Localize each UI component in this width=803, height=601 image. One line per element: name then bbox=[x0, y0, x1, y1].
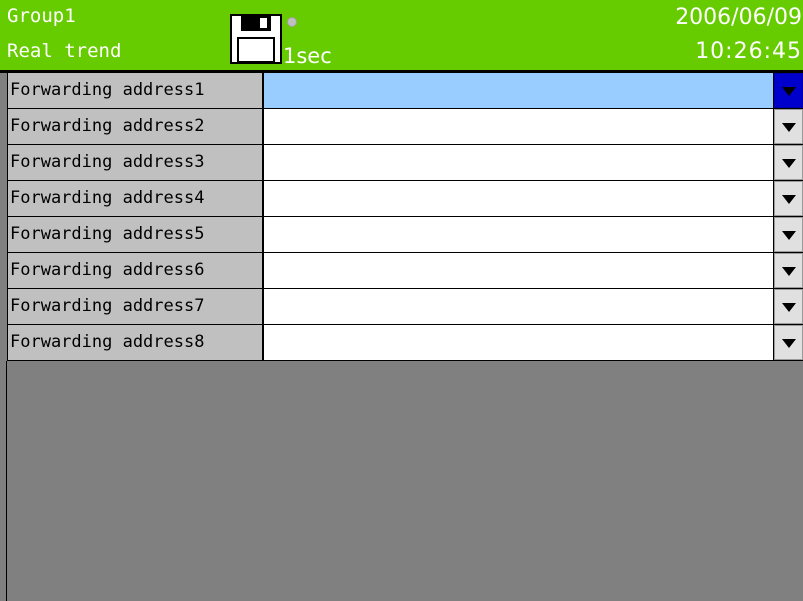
forwarding-address-row: Forwarding address2 bbox=[7, 109, 803, 145]
sampling-interval: 1sec bbox=[283, 44, 332, 68]
forwarding-address-label: Forwarding address4 bbox=[7, 181, 262, 216]
forwarding-address-label: Forwarding address3 bbox=[7, 145, 262, 180]
forwarding-address-label: Forwarding address7 bbox=[7, 289, 262, 324]
dropdown-button[interactable] bbox=[774, 145, 803, 180]
forwarding-address-row: Forwarding address1 bbox=[7, 73, 803, 109]
dropdown-button[interactable] bbox=[774, 253, 803, 288]
dropdown-button[interactable] bbox=[774, 181, 803, 216]
forwarding-address-field[interactable] bbox=[262, 253, 774, 288]
chevron-down-icon bbox=[782, 87, 796, 96]
floppy-disk-icon bbox=[230, 14, 282, 64]
forwarding-address-table: Forwarding address1 Forwarding address2 Fo… bbox=[7, 73, 803, 361]
dropdown-button[interactable] bbox=[774, 109, 803, 144]
chevron-down-icon bbox=[782, 339, 796, 348]
left-border-line bbox=[6, 361, 7, 601]
forwarding-address-row: Forwarding address4 bbox=[7, 181, 803, 217]
dropdown-button[interactable] bbox=[774, 217, 803, 252]
forwarding-address-field[interactable] bbox=[262, 181, 774, 216]
chevron-down-icon bbox=[782, 303, 796, 312]
chevron-down-icon bbox=[782, 195, 796, 204]
chevron-down-icon bbox=[782, 231, 796, 240]
chevron-down-icon bbox=[782, 159, 796, 168]
date-display: 2006/06/09 bbox=[675, 5, 802, 30]
group-name: Group1 bbox=[7, 5, 76, 27]
forwarding-address-field[interactable] bbox=[262, 73, 774, 108]
status-header: Group1 Real trend 1sec 2006/06/09 10:26:… bbox=[0, 0, 803, 70]
forwarding-address-label: Forwarding address5 bbox=[7, 217, 262, 252]
dropdown-button[interactable] bbox=[774, 73, 803, 108]
forwarding-address-field[interactable] bbox=[262, 109, 774, 144]
forwarding-address-field[interactable] bbox=[262, 145, 774, 180]
forwarding-address-label: Forwarding address6 bbox=[7, 253, 262, 288]
forwarding-address-row: Forwarding address6 bbox=[7, 253, 803, 289]
chevron-down-icon bbox=[782, 123, 796, 132]
forwarding-address-field[interactable] bbox=[262, 289, 774, 324]
forwarding-address-label: Forwarding address1 bbox=[7, 73, 262, 108]
forwarding-address-row: Forwarding address5 bbox=[7, 217, 803, 253]
time-display: 10:26:45 bbox=[695, 39, 802, 64]
forwarding-address-row: Forwarding address8 bbox=[7, 325, 803, 361]
forwarding-address-field[interactable] bbox=[262, 325, 774, 360]
forwarding-address-label: Forwarding address2 bbox=[7, 109, 262, 144]
view-name: Real trend bbox=[7, 40, 122, 62]
chevron-down-icon bbox=[782, 267, 796, 276]
dropdown-button[interactable] bbox=[774, 289, 803, 324]
status-dot-icon bbox=[287, 17, 297, 27]
forwarding-address-row: Forwarding address7 bbox=[7, 289, 803, 325]
dropdown-button[interactable] bbox=[774, 325, 803, 360]
forwarding-address-row: Forwarding address3 bbox=[7, 145, 803, 181]
forwarding-address-label: Forwarding address8 bbox=[7, 325, 262, 360]
forwarding-address-field[interactable] bbox=[262, 217, 774, 252]
